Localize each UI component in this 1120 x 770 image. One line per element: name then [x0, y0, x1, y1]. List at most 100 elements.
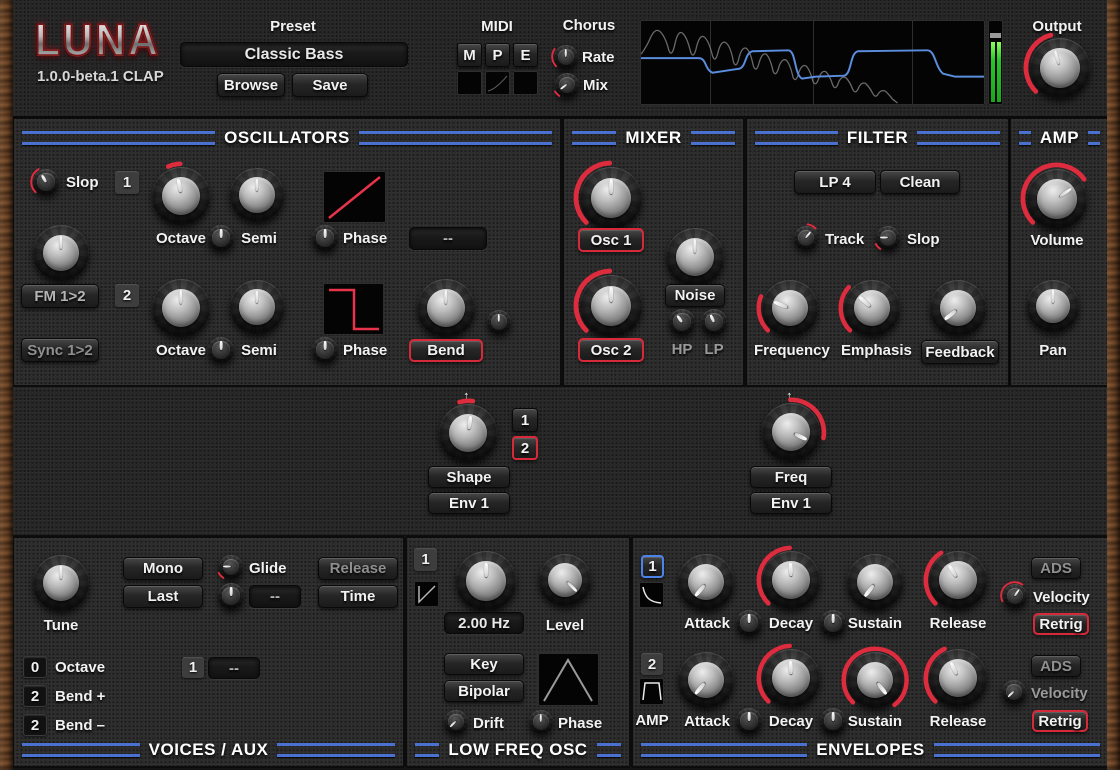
freq-mod-knob[interactable]: [762, 397, 826, 461]
bend-knob[interactable]: [417, 279, 475, 337]
env2-retrig-button[interactable]: Retrig: [1032, 710, 1088, 732]
env1-velocity-knob[interactable]: [1000, 581, 1027, 608]
midi-poly-button[interactable]: P: [485, 43, 510, 67]
midi-mono-button[interactable]: M: [457, 43, 482, 67]
filter-type-button[interactable]: LP 4: [794, 170, 876, 194]
osc2-phase-knob[interactable]: [312, 337, 338, 363]
osc1-fine-knob[interactable]: [208, 225, 234, 251]
lfo-rate-display[interactable]: 2.00 Hz: [444, 612, 524, 634]
env1-tab[interactable]: 1: [641, 555, 664, 578]
save-button[interactable]: Save: [292, 73, 368, 97]
noise-hp-knob[interactable]: [669, 309, 695, 335]
bend-mode-button[interactable]: Bend: [409, 339, 483, 362]
glide-knob[interactable]: [218, 555, 243, 580]
env2-decay-knob[interactable]: [756, 643, 820, 707]
shape-mod-source-button[interactable]: Env 1: [428, 492, 510, 514]
lfo-wave-display[interactable]: [538, 653, 599, 706]
env1-decay-knob[interactable]: [756, 545, 820, 609]
glide-release-button[interactable]: Release: [318, 557, 398, 580]
filter-frequency-knob[interactable]: [756, 280, 818, 336]
osc2-semi-knob[interactable]: [230, 280, 284, 334]
filter-mode-button[interactable]: Clean: [880, 170, 960, 194]
lfo-phase-knob[interactable]: [529, 710, 553, 734]
env2-attack-mod-knob[interactable]: [736, 708, 762, 734]
knob-body: [736, 708, 762, 734]
env2-attack-knob[interactable]: [678, 652, 734, 708]
lfo-level-knob[interactable]: [539, 554, 591, 606]
osc2-octave-knob[interactable]: [152, 279, 210, 337]
osc2-wave-display[interactable]: [323, 283, 384, 335]
amp-pan-label: Pan: [1039, 342, 1067, 359]
lfo-shape-icon-box[interactable]: [414, 581, 439, 607]
lfo-bipolar-button[interactable]: Bipolar: [444, 680, 524, 702]
filter-track-knob[interactable]: [794, 223, 818, 250]
env1-sustain-knob[interactable]: [847, 554, 903, 610]
voice-mode-button[interactable]: Mono: [123, 557, 203, 580]
chorus-rate-knob[interactable]: [551, 45, 578, 69]
bend-up-value-badge[interactable]: 2: [23, 685, 47, 707]
filter-feedback-button[interactable]: Feedback: [921, 340, 999, 364]
mixer-osc1-level-knob[interactable]: [573, 160, 642, 229]
env1-attack-mod-knob[interactable]: [736, 610, 762, 636]
env2-sustain-knob[interactable]: [841, 646, 909, 708]
osc1-phase-knob[interactable]: [312, 225, 338, 251]
output-knob[interactable]: [1023, 33, 1090, 98]
tune-knob[interactable]: [33, 555, 89, 611]
mixer-noise-button[interactable]: Noise: [665, 284, 725, 307]
env2-tab[interactable]: 2: [641, 653, 663, 675]
glide-fine-knob[interactable]: [218, 583, 244, 609]
env1-retrig-button[interactable]: Retrig: [1033, 613, 1089, 635]
env2-release-knob[interactable]: [923, 646, 987, 707]
bend-down-value-badge[interactable]: 2: [23, 714, 47, 736]
aux-mod-select[interactable]: --: [208, 657, 260, 679]
osc1-mod-select[interactable]: --: [409, 227, 487, 250]
osc1-semi-knob[interactable]: [230, 168, 284, 222]
shape-mod-dest-button[interactable]: Shape: [428, 466, 510, 488]
octave-value-badge[interactable]: 0: [23, 656, 47, 678]
chorus-mix-knob[interactable]: [554, 73, 579, 98]
fm-amount-knob[interactable]: [33, 225, 89, 281]
osc-slop-knob[interactable]: [30, 168, 59, 195]
lfo-number-tab[interactable]: 1: [414, 548, 437, 571]
osc1-wave-display[interactable]: [323, 171, 386, 223]
env1-ads-button[interactable]: ADS: [1031, 557, 1081, 579]
osc1-octave-knob[interactable]: [152, 161, 210, 225]
midi-p-screen: [485, 71, 510, 95]
amp-volume-knob[interactable]: [1020, 162, 1087, 229]
env1-release-knob[interactable]: [923, 550, 987, 609]
glide-mod-select[interactable]: --: [249, 585, 301, 608]
noise-lp-knob[interactable]: [701, 309, 727, 335]
amp-pan-knob[interactable]: [1027, 280, 1079, 332]
filter-emphasis-knob[interactable]: [838, 280, 900, 336]
mixer-osc2-level-knob[interactable]: [573, 268, 642, 337]
freq-mod-dest-button[interactable]: Freq: [750, 466, 832, 488]
midi-expr-button[interactable]: E: [513, 43, 538, 67]
freq-mod-source-button[interactable]: Env 1: [750, 492, 832, 514]
shape-mod-knob[interactable]: [439, 398, 497, 462]
filter-slop-knob[interactable]: [875, 226, 900, 251]
lfo-key-button[interactable]: Key: [444, 653, 524, 675]
preset-display[interactable]: Classic Bass: [180, 42, 408, 67]
env2-velocity-knob[interactable]: [1002, 680, 1026, 704]
note-priority-button[interactable]: Last: [123, 585, 203, 608]
knob-body: [820, 610, 846, 636]
mixer-osc2-button[interactable]: Osc 2: [578, 338, 644, 362]
fm-routing-button[interactable]: FM 1>2: [21, 284, 99, 308]
shape-mod-tab-2[interactable]: 2: [512, 436, 538, 460]
filter-feedback-knob[interactable]: [930, 280, 986, 336]
env2-ads-button[interactable]: ADS: [1031, 655, 1081, 677]
mixer-noise-level-knob[interactable]: [666, 228, 724, 286]
osc2-fine-knob[interactable]: [208, 337, 234, 363]
lfo-rate-knob[interactable]: [456, 551, 516, 611]
glide-time-button[interactable]: Time: [318, 585, 398, 608]
env1-decay-mod-knob[interactable]: [820, 610, 846, 636]
sync-routing-button[interactable]: Sync 1>2: [21, 338, 99, 362]
browse-button[interactable]: Browse: [217, 73, 285, 97]
env2-decay-mod-knob[interactable]: [820, 708, 846, 734]
lfo-drift-knob[interactable]: [444, 710, 468, 734]
bend-aux-knob[interactable]: [487, 310, 511, 334]
env1-shape-icon-box: [639, 582, 664, 608]
shape-mod-tab-1[interactable]: 1: [512, 408, 538, 432]
env1-attack-knob[interactable]: [678, 554, 734, 610]
mixer-osc1-button[interactable]: Osc 1: [578, 228, 644, 252]
